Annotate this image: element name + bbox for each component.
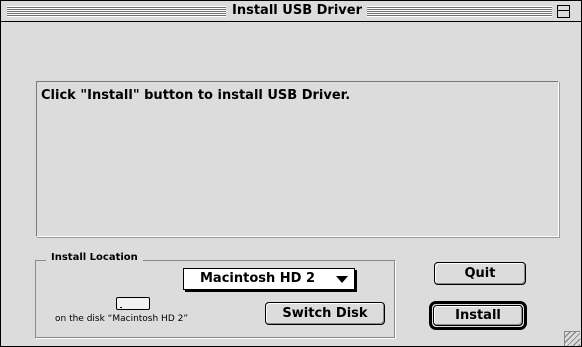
quit-button[interactable]: Quit [434, 262, 526, 285]
title-bar[interactable]: Install USB Driver [1, 1, 581, 22]
resize-grip-icon[interactable] [564, 331, 580, 346]
triangle-down-icon [336, 276, 348, 283]
title-bar-stripes-left [7, 6, 226, 17]
switch-disk-button[interactable]: Switch Disk [265, 302, 385, 325]
selected-disk-label: Macintosh HD 2 [200, 271, 316, 286]
install-button[interactable]: Install [433, 305, 523, 326]
instruction-text: Click "Install" button to install USB Dr… [41, 88, 351, 103]
installer-window: Install USB Driver Click "Install" butto… [0, 0, 582, 347]
window-title: Install USB Driver [232, 3, 362, 18]
message-area: Click "Install" button to install USB Dr… [36, 81, 559, 237]
collapse-box-icon[interactable] [557, 5, 570, 18]
title-bar-stripes-right [367, 6, 552, 17]
install-location-label: Install Location [46, 252, 143, 263]
disk-popup-menu[interactable]: Macintosh HD 2 [183, 268, 355, 290]
hard-disk-icon [116, 297, 150, 310]
disk-caption: on the disk “Macintosh HD 2” [55, 314, 189, 324]
